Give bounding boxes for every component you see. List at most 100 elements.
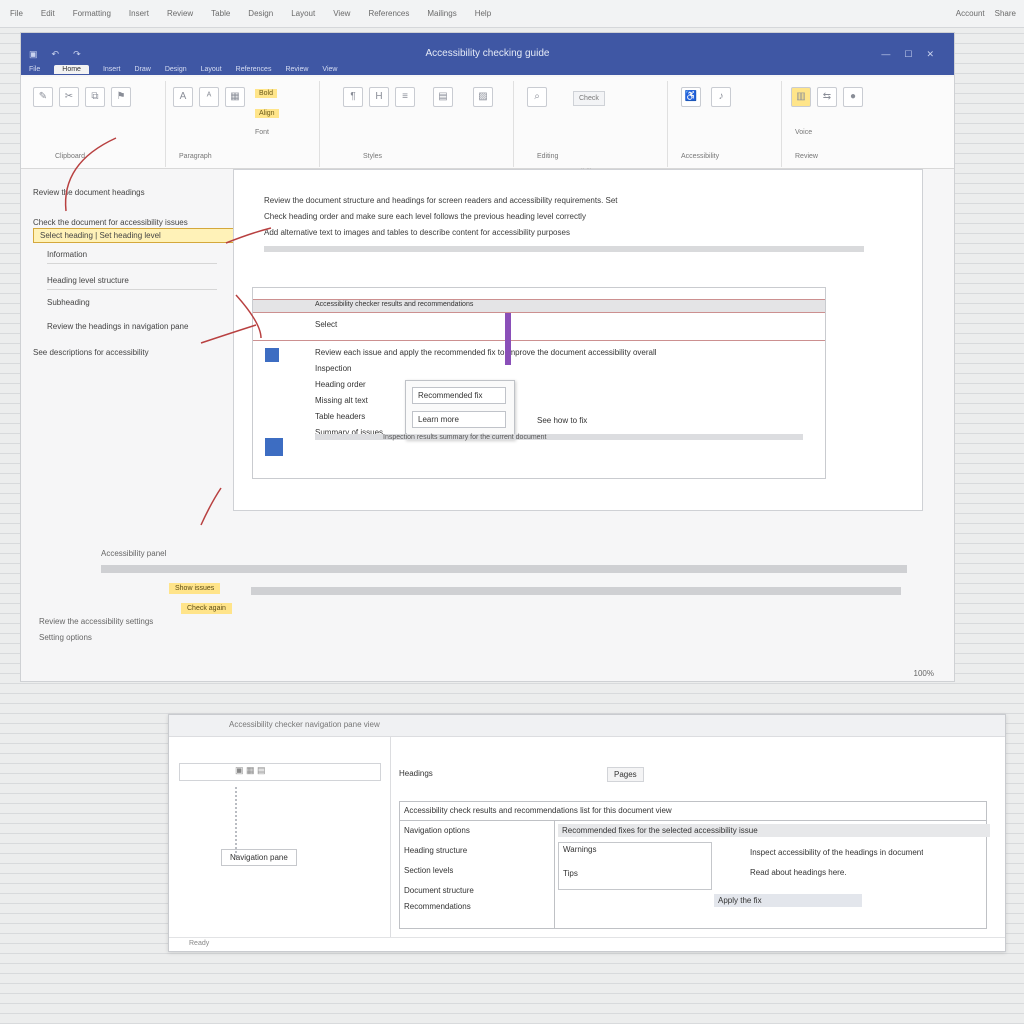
- list-icon[interactable]: ≡: [395, 87, 415, 107]
- selection-highlight[interactable]: Apply the fix: [714, 894, 862, 907]
- table-header: Accessibility check results and recommen…: [404, 806, 672, 815]
- document-icon: [265, 348, 279, 362]
- ribbon-group-review: ▥ ⇆ ● Voice Review: [785, 81, 945, 167]
- check-button[interactable]: Check: [573, 91, 605, 106]
- bottom-area: Accessibility panel Show issues Check ag…: [101, 549, 931, 614]
- highlight-icon[interactable]: ▥: [791, 87, 811, 107]
- right-row-header: Recommended fixes for the selected acces…: [558, 824, 990, 837]
- share-link[interactable]: Share: [995, 9, 1016, 18]
- menu-edit[interactable]: Edit: [41, 9, 55, 18]
- tab-draw[interactable]: Draw: [134, 66, 150, 73]
- left-subheading: Check the document for accessibility iss…: [33, 218, 188, 227]
- ribbon-group-clipboard: ✎ ✂ ⧉ ⚑ Clipboard: [25, 81, 166, 167]
- tab-design[interactable]: Design: [165, 66, 187, 73]
- redo-icon[interactable]: ↷: [73, 49, 81, 60]
- doc-line-2: Check heading order and make sure each l…: [264, 212, 586, 221]
- menu-table[interactable]: Table: [211, 9, 230, 18]
- fix-dropdown: Recommended fix Learn more: [405, 380, 515, 440]
- copy-icon[interactable]: ⧉: [85, 87, 105, 107]
- tab-view[interactable]: View: [322, 66, 337, 73]
- list-item-subheading[interactable]: Subheading: [47, 298, 90, 307]
- detail-box: Warnings Tips: [558, 842, 712, 890]
- row-missing-alt[interactable]: Missing alt text: [315, 396, 368, 405]
- menu-file[interactable]: File: [10, 9, 23, 18]
- bottom-label: Accessibility panel: [101, 549, 167, 558]
- table-icon[interactable]: ▤: [433, 87, 453, 107]
- main-window: Accessibility checking guide ▣ ↶ ↷ — ☐ ✕…: [20, 32, 955, 682]
- list-item-information[interactable]: Information: [47, 250, 217, 264]
- bottom-note: Review the accessibility settings: [39, 617, 154, 626]
- selected-heading-row[interactable]: Select heading | Set heading level: [33, 228, 247, 243]
- nav-pane-item[interactable]: Navigation pane: [221, 849, 297, 866]
- style-heading-icon[interactable]: H: [369, 87, 389, 107]
- row-heading-order[interactable]: Heading order: [315, 380, 366, 389]
- menu-insert[interactable]: Insert: [129, 9, 149, 18]
- tab-file[interactable]: File: [29, 66, 40, 73]
- undo-icon[interactable]: ↶: [52, 49, 60, 60]
- font-size-icon[interactable]: A: [173, 87, 193, 107]
- detail-line-2[interactable]: Read about headings here.: [750, 868, 847, 877]
- column-divider: [554, 820, 555, 928]
- mic-icon[interactable]: ●: [843, 87, 863, 107]
- menu-view[interactable]: View: [333, 9, 350, 18]
- paste-icon[interactable]: ✎: [33, 87, 53, 107]
- fix-link[interactable]: See how to fix: [537, 416, 587, 425]
- tab-layout[interactable]: Layout: [201, 66, 222, 73]
- ribbon: ✎ ✂ ⧉ ⚑ Clipboard A ᴬ ▦ Bold Align Font …: [21, 77, 954, 169]
- find-icon[interactable]: ⌕: [527, 87, 547, 107]
- nav-toolbar-icons[interactable]: ▣ ▦ ▤: [235, 765, 266, 776]
- maximize-icon[interactable]: ☐: [904, 49, 912, 60]
- tab-review[interactable]: Review: [285, 66, 308, 73]
- row-table-headers[interactable]: Table headers: [315, 412, 365, 421]
- format-painter-icon[interactable]: ⚑: [111, 87, 131, 107]
- tab-insert[interactable]: Insert: [103, 66, 121, 73]
- account-link[interactable]: Account: [956, 9, 985, 18]
- pages-toolbar[interactable]: Pages: [607, 767, 644, 782]
- table-row[interactable]: Section levels: [404, 866, 453, 875]
- voice-icon[interactable]: ♪: [711, 87, 731, 107]
- table-row[interactable]: Navigation options: [404, 826, 470, 835]
- save-icon[interactable]: ▣: [29, 49, 38, 60]
- close-icon[interactable]: ✕: [926, 49, 934, 60]
- compare-icon[interactable]: ⇆: [817, 87, 837, 107]
- menu-review[interactable]: Review: [167, 9, 193, 18]
- show-issues-highlight[interactable]: Show issues: [169, 583, 221, 594]
- font-color-icon[interactable]: ᴬ: [199, 87, 219, 107]
- list-item-heading-structure[interactable]: Heading level structure: [47, 276, 217, 290]
- align-highlight[interactable]: Align: [255, 109, 279, 118]
- table-row[interactable]: Document structure: [404, 886, 474, 895]
- tip-text-2: See descriptions for accessibility: [33, 348, 149, 357]
- checker-dialog: Accessibility checker results and recomm…: [252, 287, 826, 479]
- results-icon: [265, 438, 283, 456]
- cut-icon[interactable]: ✂: [59, 87, 79, 107]
- table-row[interactable]: Heading structure: [404, 846, 467, 855]
- grid-icon[interactable]: ▦: [225, 87, 245, 107]
- menu-layout[interactable]: Layout: [291, 9, 315, 18]
- dropdown-recommended-fix[interactable]: Recommended fix: [412, 387, 506, 404]
- tab-references[interactable]: References: [236, 66, 272, 73]
- ribbon-tabs: File Home Insert Draw Design Layout Refe…: [21, 61, 954, 77]
- bold-highlight[interactable]: Bold: [255, 89, 278, 98]
- minimize-icon[interactable]: —: [881, 49, 890, 59]
- menu-references[interactable]: References: [368, 9, 409, 18]
- table-row[interactable]: Recommendations: [404, 902, 471, 911]
- results-pane: Headings Pages Accessibility check resul…: [397, 737, 1003, 937]
- doc-line-3: Add alternative text to images and table…: [264, 228, 570, 237]
- nav-search-input[interactable]: [179, 763, 381, 781]
- check-again-highlight[interactable]: Check again: [181, 603, 232, 614]
- warnings-item[interactable]: Warnings: [563, 845, 597, 854]
- group-label-accessibility: Accessibility: [681, 153, 720, 160]
- dropdown-learn-more[interactable]: Learn more: [412, 411, 506, 428]
- style-normal-icon[interactable]: ¶: [343, 87, 363, 107]
- accessibility-icon[interactable]: ♿: [681, 87, 701, 107]
- menu-formatting[interactable]: Formatting: [73, 9, 111, 18]
- tab-home[interactable]: Home: [54, 64, 89, 74]
- tips-item[interactable]: Tips: [563, 869, 578, 878]
- menu-mailings[interactable]: Mailings: [427, 9, 456, 18]
- image-icon[interactable]: ▨: [473, 87, 493, 107]
- bar-1: [101, 565, 907, 573]
- row-inspection[interactable]: Inspection: [315, 364, 351, 373]
- table-divider: [400, 820, 986, 821]
- menu-help[interactable]: Help: [475, 9, 491, 18]
- menu-design[interactable]: Design: [248, 9, 273, 18]
